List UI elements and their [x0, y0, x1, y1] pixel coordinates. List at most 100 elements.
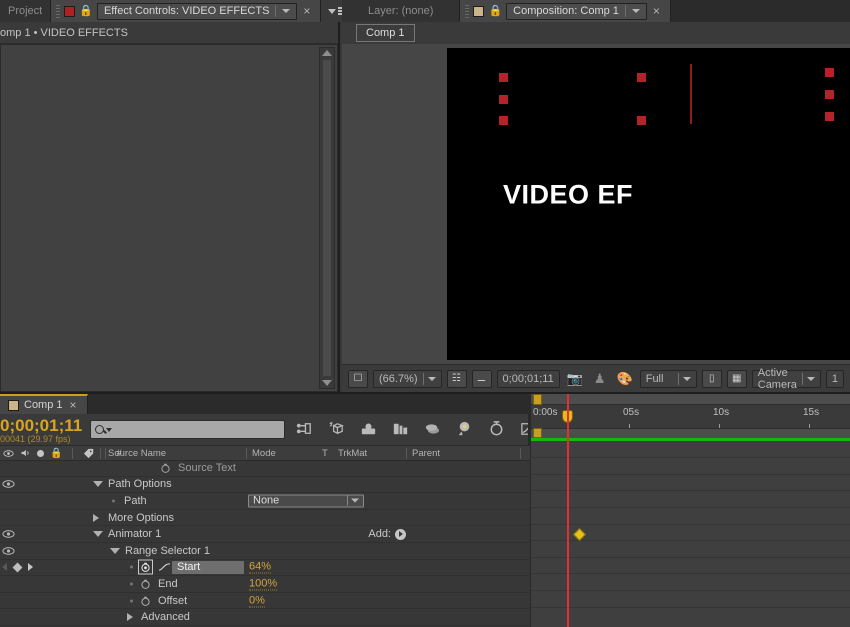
scroll-down-icon[interactable] — [322, 380, 332, 386]
video-eye-icon[interactable] — [2, 479, 15, 489]
text-selection-handle[interactable] — [825, 68, 834, 77]
region-of-interest-icon[interactable]: ⚊ — [471, 369, 492, 388]
lock-column-icon[interactable]: 🔒 — [50, 448, 62, 459]
search-input[interactable] — [90, 420, 285, 439]
work-area-bar-top[interactable] — [531, 394, 850, 405]
chevron-down-icon-res[interactable] — [682, 376, 691, 381]
always-preview-icon[interactable]: ☐ — [348, 369, 368, 388]
draft-3d-icon[interactable] — [327, 419, 346, 438]
property-value[interactable]: 100% — [249, 577, 278, 591]
twirl-closed-icon[interactable] — [127, 613, 133, 622]
path-dropdown[interactable]: None — [248, 494, 364, 508]
rgb-channels-icon[interactable]: 🎨 — [615, 370, 635, 388]
comp-breadcrumb-button[interactable]: Comp 1 — [356, 24, 415, 42]
property-value[interactable]: 0% — [249, 594, 265, 608]
text-selection-handle[interactable] — [499, 73, 508, 82]
stopwatch-icon-active[interactable] — [138, 559, 153, 575]
comp-text-layer[interactable]: VIDEO EF — [503, 179, 633, 210]
text-selection-handle[interactable] — [637, 116, 646, 125]
brainstorm-icon[interactable] — [455, 419, 474, 438]
live-update-icon[interactable] — [295, 419, 314, 438]
tab-gripper-icon-2[interactable] — [465, 4, 470, 18]
twirl-open-icon[interactable] — [93, 481, 103, 488]
twirl-closed-icon[interactable] — [93, 513, 99, 522]
col-header-t[interactable]: T — [322, 448, 328, 459]
resolution-select[interactable]: Full — [639, 369, 697, 388]
keyframe-row[interactable] — [531, 475, 850, 492]
graph-editor-curve-icon[interactable] — [158, 562, 171, 572]
add-animator-button[interactable]: Add: — [368, 528, 406, 540]
text-selection-handle[interactable] — [499, 116, 508, 125]
keyframe-row[interactable] — [531, 458, 850, 475]
close-icon-3[interactable]: × — [68, 399, 79, 411]
close-icon[interactable]: × — [301, 5, 312, 17]
text-selection-handle[interactable] — [825, 90, 834, 99]
prev-keyframe-icon[interactable] — [2, 563, 7, 572]
add-keyframe-icon[interactable] — [12, 562, 23, 573]
next-keyframe-icon[interactable] — [28, 563, 33, 572]
chevron-down-icon[interactable] — [282, 8, 291, 13]
view-count-select[interactable]: 1 — [825, 369, 844, 388]
video-eye-icon[interactable] — [2, 546, 15, 556]
text-selection-handle[interactable] — [637, 73, 646, 82]
keyframe-row[interactable] — [531, 541, 850, 558]
tab-effect-controls-title[interactable]: Effect Controls: VIDEO EFFECTS — [96, 2, 298, 20]
work-area-bar-bottom[interactable] — [531, 428, 850, 438]
person-icon[interactable]: ♟ — [590, 370, 610, 388]
timeline-timecode[interactable]: 0;00;01;11 00041 (29.97 fps) — [0, 417, 82, 444]
lock-icon[interactable]: 🔒 — [79, 5, 93, 17]
grid-guides-icon[interactable]: ☷ — [446, 369, 467, 388]
search-caret-icon[interactable] — [106, 427, 112, 432]
keyframe-row[interactable] — [531, 442, 850, 459]
chevron-down-icon-path[interactable] — [351, 498, 359, 503]
audio-icon[interactable] — [20, 448, 31, 458]
time-ruler[interactable]: 0:00s 05s 10s 15s — [531, 394, 850, 438]
keyframe-grid[interactable] — [531, 438, 850, 627]
keyframe-row[interactable] — [531, 591, 850, 608]
lock-icon-2[interactable]: 🔒 — [488, 5, 502, 17]
col-header-mode[interactable]: Mode — [252, 448, 276, 459]
chevron-down-icon-2[interactable] — [631, 8, 640, 13]
frame-blending-icon[interactable] — [391, 419, 410, 438]
composition-canvas[interactable]: VIDEO EF — [447, 48, 850, 360]
camera-icon[interactable]: 📷 — [565, 370, 585, 388]
roi-icon[interactable]: ▯ — [701, 369, 722, 388]
timeline-graph-area[interactable]: 0:00s 05s 10s 15s — [530, 394, 850, 627]
stopwatch-icon[interactable] — [160, 462, 171, 473]
tab-project[interactable]: Project — [0, 0, 52, 22]
playhead-grid[interactable] — [567, 438, 569, 627]
viewer-timecode[interactable]: 0;00;01;11 — [496, 369, 560, 388]
keyframe-row[interactable] — [531, 558, 850, 575]
zoom-level-select[interactable]: (66.7%) — [373, 369, 442, 388]
camera-view-select[interactable]: Active Camera — [751, 367, 821, 391]
work-area-start-handle[interactable] — [533, 394, 542, 405]
keyframe-row[interactable] — [531, 574, 850, 591]
motion-blur-icon[interactable] — [423, 419, 442, 438]
work-area-end-handle[interactable] — [533, 428, 542, 438]
tab-composition-title[interactable]: Composition: Comp 1 — [506, 2, 647, 20]
text-selection-handle[interactable] — [825, 112, 834, 121]
col-header-trkmat[interactable]: TrkMat — [338, 448, 367, 459]
auto-keyframe-icon[interactable] — [487, 419, 506, 438]
keyframe-row[interactable] — [531, 491, 850, 508]
video-eye-icon[interactable] — [2, 529, 15, 539]
chevron-down-icon-zoom[interactable] — [427, 376, 436, 381]
add-arrow-icon[interactable] — [395, 528, 406, 540]
scrollbar-thumb[interactable] — [323, 60, 331, 376]
col-header-source-name[interactable]: Source Name — [108, 448, 166, 459]
effect-controls-scrollbar[interactable] — [319, 47, 335, 389]
tab-layer[interactable]: Layer: (none) — [342, 0, 461, 22]
tab-effect-controls[interactable]: 🔒 Effect Controls: VIDEO EFFECTS × — [51, 0, 322, 22]
playhead-ruler[interactable] — [567, 394, 569, 438]
scroll-up-icon[interactable] — [322, 50, 332, 56]
chevron-down-icon-cam[interactable] — [806, 376, 815, 381]
col-header-parent[interactable]: Parent — [412, 448, 440, 459]
property-value[interactable]: 64% — [249, 561, 272, 574]
solo-icon[interactable] — [37, 449, 44, 457]
video-eye-icon[interactable] — [3, 449, 14, 458]
tab-timeline-comp[interactable]: Comp 1 × — [0, 394, 88, 414]
stopwatch-icon[interactable] — [140, 578, 151, 589]
hide-shy-icon[interactable] — [359, 419, 378, 438]
close-icon-2[interactable]: × — [651, 5, 662, 17]
keyframe-row[interactable] — [531, 508, 850, 525]
